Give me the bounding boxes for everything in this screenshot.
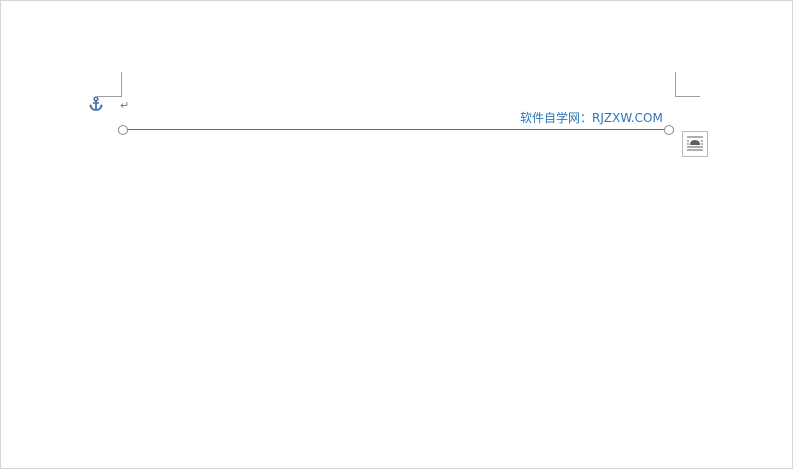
line-start-handle[interactable]	[118, 124, 128, 135]
paragraph-mark: ↵	[120, 99, 130, 112]
line-end-handle[interactable]	[664, 124, 674, 135]
document-page[interactable]: ↵ 软件自学网：RJZXW.COM	[0, 0, 793, 469]
watermark-text: 软件自学网：RJZXW.COM	[520, 111, 663, 125]
layout-options-button[interactable]	[682, 131, 708, 157]
crop-mark-top-left	[97, 72, 122, 97]
layout-options-icon	[687, 136, 703, 151]
anchor-icon[interactable]	[88, 96, 104, 112]
horizontal-line-shape[interactable]	[123, 129, 669, 130]
crop-mark-top-right	[675, 72, 700, 97]
